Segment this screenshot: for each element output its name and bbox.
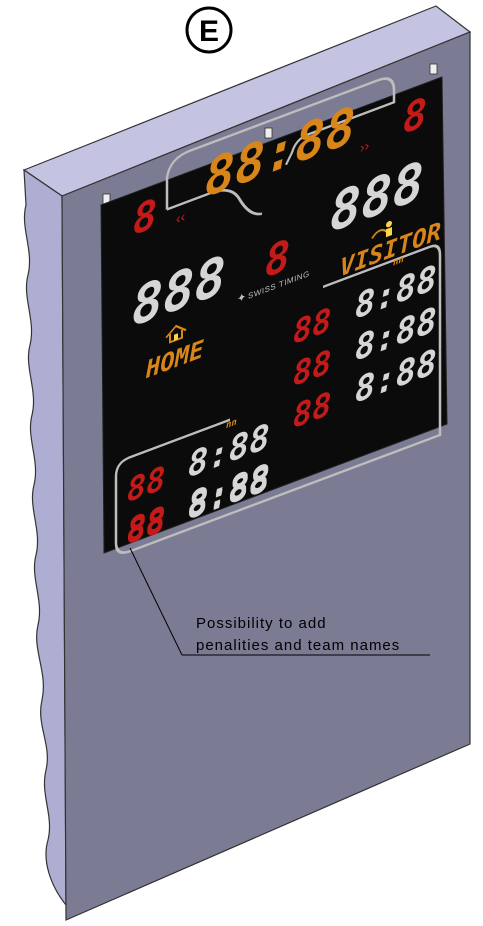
- callout-line-1: Possibility to add: [196, 615, 327, 632]
- scoreboard-illustration: 8 8 88:88 ‹‹ ›› 8 888 888 ✦ SWISS TIMING…: [22, 5, 472, 921]
- diagram-stage: 8 8 88:88 ‹‹ ›› 8 888 888 ✦ SWISS TIMING…: [0, 0, 483, 926]
- visitor-fouls-digit: 8: [403, 88, 427, 143]
- home-fouls-digit: 8: [133, 189, 157, 244]
- wall-side-face: [23, 168, 67, 907]
- view-label-text: E: [199, 15, 219, 48]
- callout-line-2: penalities and team names: [196, 637, 400, 654]
- mount-bracket-right: [429, 63, 438, 75]
